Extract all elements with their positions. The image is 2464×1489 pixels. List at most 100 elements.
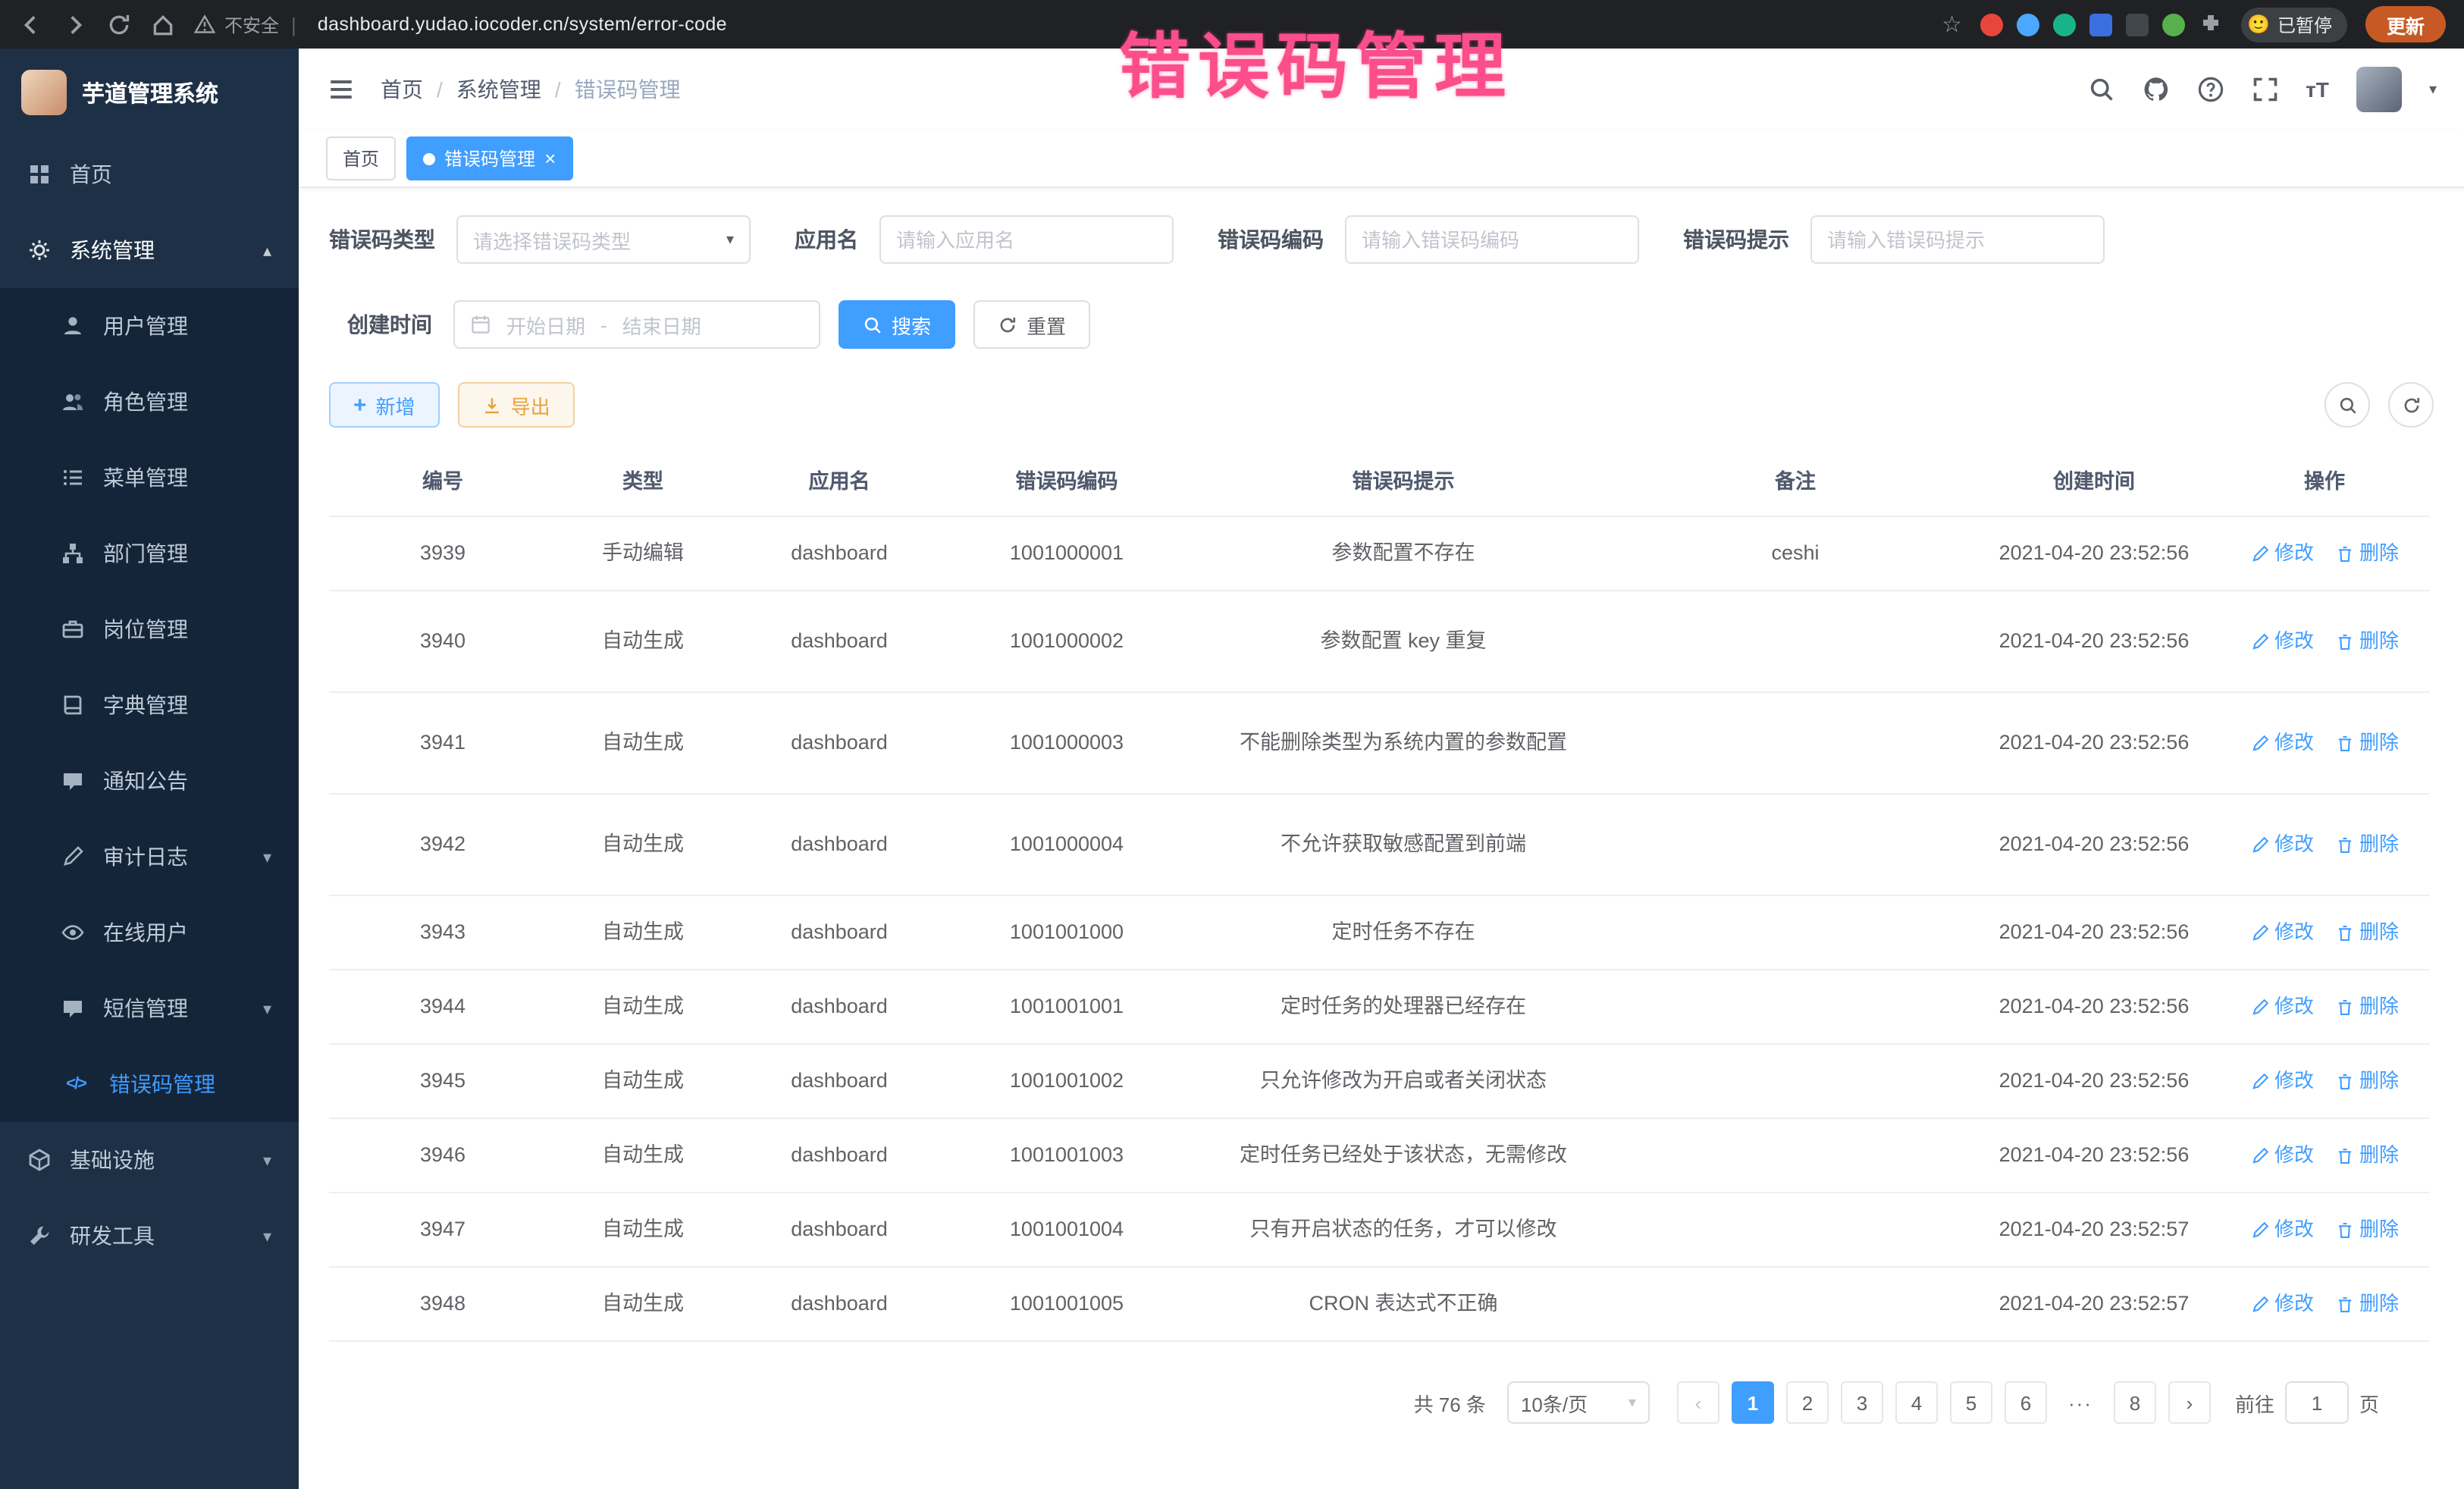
goto-page-input[interactable] [2285, 1381, 2349, 1424]
cell-code: 1001001005 [949, 1289, 1184, 1320]
help-icon[interactable] [2196, 76, 2224, 103]
search-button[interactable]: 搜索 [839, 300, 955, 349]
tab-error-code[interactable]: 错误码管理 × [406, 136, 572, 180]
trash-icon [2335, 544, 2355, 563]
sidebar-item-devtools[interactable]: 研发工具 ▾ [0, 1198, 299, 1274]
extensions-menu-icon[interactable] [2199, 12, 2223, 36]
next-page-button[interactable]: › [2168, 1381, 2211, 1424]
delete-button[interactable]: 删除 [2335, 627, 2399, 657]
extension-icon[interactable] [2089, 13, 2112, 36]
breadcrumb-home[interactable]: 首页 [381, 74, 423, 105]
sidebar-item-infra[interactable]: 基础设施 ▾ [0, 1122, 299, 1198]
tab-home[interactable]: 首页 [326, 136, 396, 180]
page-button[interactable]: 3 [1841, 1381, 1883, 1424]
extension-icon[interactable] [2017, 13, 2039, 36]
page-button[interactable]: 4 [1895, 1381, 1938, 1424]
cell-time: 2021-04-20 23:52:56 [1968, 992, 2220, 1023]
extension-icon[interactable] [2162, 13, 2185, 36]
sidebar-item-audit-log[interactable]: 审计日志 ▾ [0, 819, 299, 895]
back-icon[interactable] [18, 11, 44, 37]
cell-code: 1001001001 [949, 992, 1184, 1023]
sidebar-item-menu-mgmt[interactable]: 菜单管理 [0, 440, 299, 516]
delete-button[interactable]: 删除 [2335, 1067, 2399, 1096]
edit-button[interactable]: 修改 [2250, 1067, 2314, 1096]
profile-paused-badge[interactable]: 🙂 已暂停 [2241, 7, 2347, 42]
sidebar-item-system[interactable]: 系统管理 ▴ [0, 212, 299, 288]
edit-button[interactable]: 修改 [2250, 1290, 2314, 1319]
chevron-down-icon[interactable]: ▾ [2429, 81, 2437, 98]
github-icon[interactable] [2142, 76, 2169, 103]
error-hint-input[interactable] [1810, 215, 2105, 264]
error-code-input[interactable] [1345, 215, 1639, 264]
logo-row[interactable]: 芋道管理系统 [0, 49, 299, 136]
edit-button[interactable]: 修改 [2250, 1141, 2314, 1171]
edit-button[interactable]: 修改 [2250, 918, 2314, 948]
edit-button[interactable]: 修改 [2250, 830, 2314, 860]
toggle-search-button[interactable] [2324, 382, 2370, 428]
edit-button[interactable]: 修改 [2250, 627, 2314, 657]
table-row: 3944 自动生成 dashboard 1001001001 定时任务的处理器已… [329, 970, 2429, 1045]
trash-icon [2335, 632, 2355, 651]
sidebar-item-dict-mgmt[interactable]: 字典管理 [0, 667, 299, 743]
extension-icon[interactable] [2053, 13, 2076, 36]
delete-button[interactable]: 删除 [2335, 1141, 2399, 1171]
more-pages-button[interactable]: ··· [2059, 1381, 2102, 1424]
sidebar-item-user-mgmt[interactable]: 用户管理 [0, 288, 299, 364]
update-button[interactable]: 更新 [2365, 6, 2446, 42]
reload-icon[interactable] [106, 11, 132, 37]
add-button[interactable]: + 新增 [329, 382, 440, 428]
home-icon[interactable] [150, 11, 176, 37]
page-button[interactable]: 2 [1786, 1381, 1829, 1424]
refresh-table-button[interactable] [2388, 382, 2434, 428]
bookmark-star-icon[interactable]: ☆ [1942, 11, 1962, 38]
sidebar-item-role-mgmt[interactable]: 角色管理 [0, 364, 299, 440]
forward-icon[interactable] [62, 11, 88, 37]
sidebar-item-notice[interactable]: 通知公告 [0, 743, 299, 819]
delete-button[interactable]: 删除 [2335, 539, 2399, 569]
security-chip[interactable]: 不安全 | [194, 11, 299, 37]
cell-id: 3947 [329, 1215, 556, 1246]
export-button[interactable]: 导出 [458, 382, 575, 428]
end-date-input[interactable]: 结束日期 [622, 310, 701, 339]
reset-button[interactable]: 重置 [973, 300, 1090, 349]
delete-button[interactable]: 删除 [2335, 830, 2399, 860]
url-text[interactable]: dashboard.yudao.iocoder.cn/system/error-… [318, 14, 727, 35]
edit-button[interactable]: 修改 [2250, 729, 2314, 758]
close-icon[interactable]: × [544, 149, 556, 168]
edit-button[interactable]: 修改 [2250, 1215, 2314, 1245]
sidebar-item-error-code[interactable]: </> 错误码管理 [0, 1046, 299, 1122]
sidebar-item-home[interactable]: 首页 [0, 136, 299, 212]
delete-button[interactable]: 删除 [2335, 918, 2399, 948]
fullscreen-icon[interactable] [2251, 76, 2278, 103]
date-range-picker[interactable]: 开始日期 - 结束日期 [453, 300, 820, 349]
hamburger-icon[interactable] [326, 74, 356, 105]
font-size-icon[interactable]: тT [2306, 77, 2329, 102]
page-button[interactable]: 6 [2005, 1381, 2047, 1424]
app-name-input[interactable] [879, 215, 1174, 264]
prev-page-button[interactable]: ‹ [1677, 1381, 1719, 1424]
col-hint: 错误码提示 [1184, 467, 1622, 498]
sidebar-item-sms-mgmt[interactable]: 短信管理 ▾ [0, 970, 299, 1046]
page-button[interactable]: 8 [2114, 1381, 2156, 1424]
edit-button[interactable]: 修改 [2250, 992, 2314, 1022]
page-button[interactable]: 5 [1950, 1381, 1992, 1424]
extension-icon[interactable] [2126, 13, 2149, 36]
page-size-select[interactable]: 10条/页 ▾ [1507, 1381, 1650, 1424]
pagination: 共 76 条 10条/页 ▾ ‹ 1 2 3 4 5 6 ··· 8 › [329, 1381, 2434, 1424]
delete-button[interactable]: 删除 [2335, 729, 2399, 758]
sidebar-item-online-users[interactable]: 在线用户 [0, 895, 299, 970]
error-type-select[interactable]: 请选择错误码类型 ▾ [456, 215, 751, 264]
delete-button[interactable]: 删除 [2335, 1290, 2399, 1319]
sidebar-item-dept-mgmt[interactable]: 部门管理 [0, 516, 299, 591]
delete-button[interactable]: 删除 [2335, 1215, 2399, 1245]
user-avatar[interactable] [2356, 67, 2402, 112]
delete-button[interactable]: 删除 [2335, 992, 2399, 1022]
edit-button[interactable]: 修改 [2250, 539, 2314, 569]
cell-id: 3943 [329, 917, 556, 948]
breadcrumb-system[interactable]: 系统管理 [456, 74, 541, 105]
search-icon[interactable] [2087, 76, 2114, 103]
extension-icon[interactable] [1980, 13, 2003, 36]
sidebar-item-post-mgmt[interactable]: 岗位管理 [0, 591, 299, 667]
start-date-input[interactable]: 开始日期 [506, 310, 585, 339]
page-button[interactable]: 1 [1732, 1381, 1774, 1424]
